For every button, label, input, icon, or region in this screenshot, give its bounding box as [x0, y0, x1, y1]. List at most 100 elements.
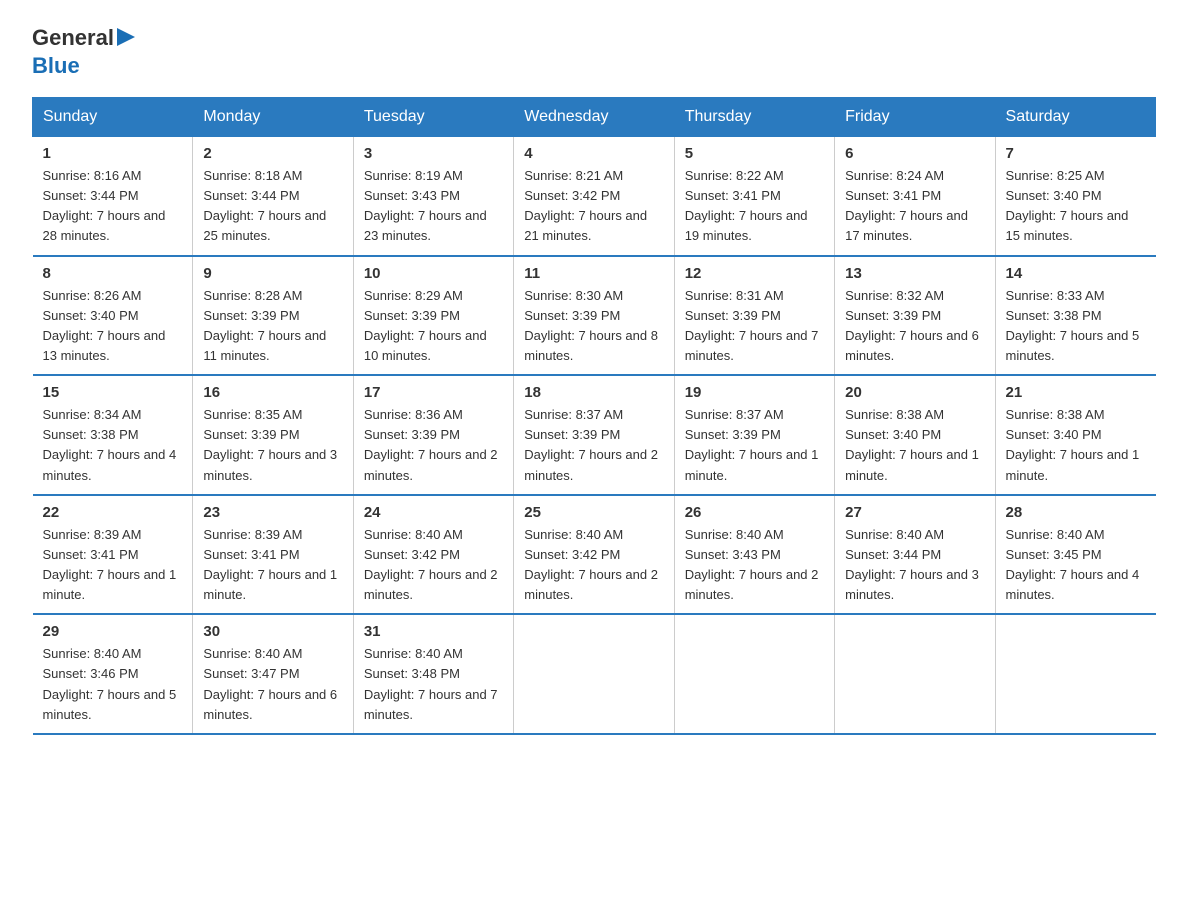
- day-info: Sunrise: 8:16 AMSunset: 3:44 PMDaylight:…: [43, 168, 166, 243]
- calendar-table: SundayMondayTuesdayWednesdayThursdayFrid…: [32, 97, 1156, 735]
- calendar-cell: [514, 614, 674, 734]
- day-number: 8: [43, 265, 183, 282]
- logo-general: General: [32, 26, 114, 50]
- day-number: 15: [43, 384, 183, 401]
- day-number: 29: [43, 623, 183, 640]
- day-info: Sunrise: 8:37 AMSunset: 3:39 PMDaylight:…: [524, 407, 658, 482]
- calendar-cell: 27 Sunrise: 8:40 AMSunset: 3:44 PMDaylig…: [835, 495, 995, 615]
- day-number: 25: [524, 504, 663, 521]
- day-number: 28: [1006, 504, 1146, 521]
- day-info: Sunrise: 8:34 AMSunset: 3:38 PMDaylight:…: [43, 407, 177, 482]
- day-info: Sunrise: 8:18 AMSunset: 3:44 PMDaylight:…: [203, 168, 326, 243]
- day-info: Sunrise: 8:40 AMSunset: 3:44 PMDaylight:…: [845, 527, 979, 602]
- day-info: Sunrise: 8:40 AMSunset: 3:46 PMDaylight:…: [43, 646, 177, 721]
- day-number: 11: [524, 265, 663, 282]
- day-info: Sunrise: 8:28 AMSunset: 3:39 PMDaylight:…: [203, 288, 326, 363]
- day-number: 12: [685, 265, 824, 282]
- day-info: Sunrise: 8:38 AMSunset: 3:40 PMDaylight:…: [1006, 407, 1140, 482]
- calendar-cell: [835, 614, 995, 734]
- calendar-cell: [995, 614, 1155, 734]
- day-number: 22: [43, 504, 183, 521]
- day-info: Sunrise: 8:22 AMSunset: 3:41 PMDaylight:…: [685, 168, 808, 243]
- day-info: Sunrise: 8:30 AMSunset: 3:39 PMDaylight:…: [524, 288, 658, 363]
- header-saturday: Saturday: [995, 98, 1155, 137]
- day-info: Sunrise: 8:40 AMSunset: 3:42 PMDaylight:…: [524, 527, 658, 602]
- header-sunday: Sunday: [33, 98, 193, 137]
- calendar-cell: 8 Sunrise: 8:26 AMSunset: 3:40 PMDayligh…: [33, 256, 193, 376]
- header-wednesday: Wednesday: [514, 98, 674, 137]
- day-number: 24: [364, 504, 503, 521]
- calendar-cell: 23 Sunrise: 8:39 AMSunset: 3:41 PMDaylig…: [193, 495, 353, 615]
- calendar-cell: 17 Sunrise: 8:36 AMSunset: 3:39 PMDaylig…: [353, 375, 513, 495]
- calendar-cell: 12 Sunrise: 8:31 AMSunset: 3:39 PMDaylig…: [674, 256, 834, 376]
- day-info: Sunrise: 8:31 AMSunset: 3:39 PMDaylight:…: [685, 288, 819, 363]
- day-info: Sunrise: 8:39 AMSunset: 3:41 PMDaylight:…: [203, 527, 337, 602]
- logo: General Blue: [32, 24, 135, 79]
- calendar-cell: 4 Sunrise: 8:21 AMSunset: 3:42 PMDayligh…: [514, 137, 674, 256]
- calendar-cell: 16 Sunrise: 8:35 AMSunset: 3:39 PMDaylig…: [193, 375, 353, 495]
- calendar-cell: 15 Sunrise: 8:34 AMSunset: 3:38 PMDaylig…: [33, 375, 193, 495]
- day-number: 26: [685, 504, 824, 521]
- calendar-cell: 1 Sunrise: 8:16 AMSunset: 3:44 PMDayligh…: [33, 137, 193, 256]
- header-monday: Monday: [193, 98, 353, 137]
- calendar-cell: [674, 614, 834, 734]
- day-number: 19: [685, 384, 824, 401]
- day-info: Sunrise: 8:21 AMSunset: 3:42 PMDaylight:…: [524, 168, 647, 243]
- week-row-4: 22 Sunrise: 8:39 AMSunset: 3:41 PMDaylig…: [33, 495, 1156, 615]
- day-number: 21: [1006, 384, 1146, 401]
- calendar-cell: 24 Sunrise: 8:40 AMSunset: 3:42 PMDaylig…: [353, 495, 513, 615]
- header-tuesday: Tuesday: [353, 98, 513, 137]
- day-info: Sunrise: 8:25 AMSunset: 3:40 PMDaylight:…: [1006, 168, 1129, 243]
- day-number: 16: [203, 384, 342, 401]
- day-number: 5: [685, 145, 824, 162]
- calendar-cell: 28 Sunrise: 8:40 AMSunset: 3:45 PMDaylig…: [995, 495, 1155, 615]
- week-row-3: 15 Sunrise: 8:34 AMSunset: 3:38 PMDaylig…: [33, 375, 1156, 495]
- day-info: Sunrise: 8:40 AMSunset: 3:47 PMDaylight:…: [203, 646, 337, 721]
- calendar-header: SundayMondayTuesdayWednesdayThursdayFrid…: [33, 98, 1156, 137]
- calendar-cell: 14 Sunrise: 8:33 AMSunset: 3:38 PMDaylig…: [995, 256, 1155, 376]
- page-header: General Blue: [32, 24, 1156, 79]
- calendar-cell: 20 Sunrise: 8:38 AMSunset: 3:40 PMDaylig…: [835, 375, 995, 495]
- calendar-cell: 18 Sunrise: 8:37 AMSunset: 3:39 PMDaylig…: [514, 375, 674, 495]
- header-row: SundayMondayTuesdayWednesdayThursdayFrid…: [33, 98, 1156, 137]
- calendar-cell: 10 Sunrise: 8:29 AMSunset: 3:39 PMDaylig…: [353, 256, 513, 376]
- day-info: Sunrise: 8:40 AMSunset: 3:42 PMDaylight:…: [364, 527, 498, 602]
- day-number: 9: [203, 265, 342, 282]
- week-row-1: 1 Sunrise: 8:16 AMSunset: 3:44 PMDayligh…: [33, 137, 1156, 256]
- day-number: 30: [203, 623, 342, 640]
- day-number: 4: [524, 145, 663, 162]
- day-info: Sunrise: 8:40 AMSunset: 3:45 PMDaylight:…: [1006, 527, 1140, 602]
- day-info: Sunrise: 8:32 AMSunset: 3:39 PMDaylight:…: [845, 288, 979, 363]
- day-number: 31: [364, 623, 503, 640]
- day-number: 1: [43, 145, 183, 162]
- day-info: Sunrise: 8:38 AMSunset: 3:40 PMDaylight:…: [845, 407, 979, 482]
- calendar-cell: 7 Sunrise: 8:25 AMSunset: 3:40 PMDayligh…: [995, 137, 1155, 256]
- day-info: Sunrise: 8:39 AMSunset: 3:41 PMDaylight:…: [43, 527, 177, 602]
- day-info: Sunrise: 8:40 AMSunset: 3:48 PMDaylight:…: [364, 646, 498, 721]
- logo-triangle-icon: [117, 26, 135, 48]
- day-number: 18: [524, 384, 663, 401]
- calendar-cell: 19 Sunrise: 8:37 AMSunset: 3:39 PMDaylig…: [674, 375, 834, 495]
- calendar-cell: 30 Sunrise: 8:40 AMSunset: 3:47 PMDaylig…: [193, 614, 353, 734]
- day-number: 27: [845, 504, 984, 521]
- day-number: 3: [364, 145, 503, 162]
- day-info: Sunrise: 8:33 AMSunset: 3:38 PMDaylight:…: [1006, 288, 1140, 363]
- day-info: Sunrise: 8:36 AMSunset: 3:39 PMDaylight:…: [364, 407, 498, 482]
- day-info: Sunrise: 8:26 AMSunset: 3:40 PMDaylight:…: [43, 288, 166, 363]
- calendar-cell: 26 Sunrise: 8:40 AMSunset: 3:43 PMDaylig…: [674, 495, 834, 615]
- day-number: 6: [845, 145, 984, 162]
- header-thursday: Thursday: [674, 98, 834, 137]
- day-number: 20: [845, 384, 984, 401]
- day-info: Sunrise: 8:40 AMSunset: 3:43 PMDaylight:…: [685, 527, 819, 602]
- day-number: 7: [1006, 145, 1146, 162]
- day-number: 23: [203, 504, 342, 521]
- calendar-cell: 5 Sunrise: 8:22 AMSunset: 3:41 PMDayligh…: [674, 137, 834, 256]
- day-info: Sunrise: 8:29 AMSunset: 3:39 PMDaylight:…: [364, 288, 487, 363]
- calendar-cell: 9 Sunrise: 8:28 AMSunset: 3:39 PMDayligh…: [193, 256, 353, 376]
- calendar-cell: 2 Sunrise: 8:18 AMSunset: 3:44 PMDayligh…: [193, 137, 353, 256]
- calendar-cell: 25 Sunrise: 8:40 AMSunset: 3:42 PMDaylig…: [514, 495, 674, 615]
- day-number: 13: [845, 265, 984, 282]
- calendar-cell: 29 Sunrise: 8:40 AMSunset: 3:46 PMDaylig…: [33, 614, 193, 734]
- day-info: Sunrise: 8:24 AMSunset: 3:41 PMDaylight:…: [845, 168, 968, 243]
- day-number: 14: [1006, 265, 1146, 282]
